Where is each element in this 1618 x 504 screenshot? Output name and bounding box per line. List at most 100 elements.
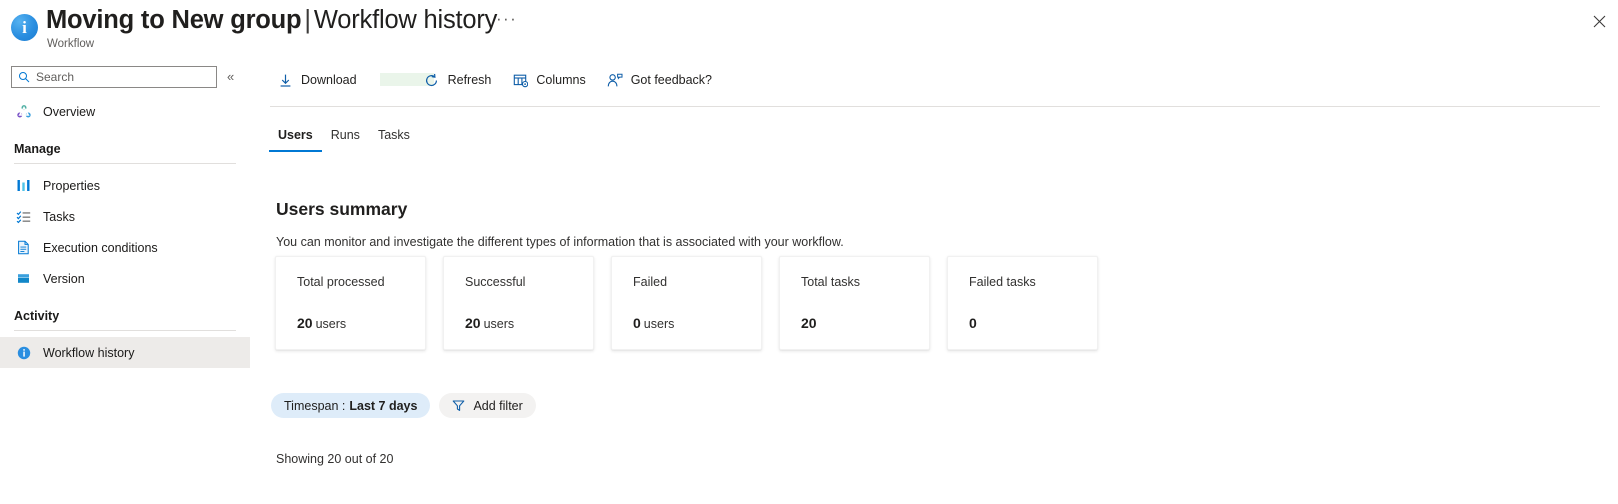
toolbar-item-label: Refresh (447, 73, 492, 87)
title-block: Moving to New group | Workflow history Wor… (46, 5, 497, 50)
tab-label: Runs (330, 128, 360, 142)
sidebar-section-activity: Activity (0, 294, 236, 331)
search-input[interactable]: Search (11, 66, 217, 88)
tab-runs[interactable]: Runs (322, 120, 369, 150)
workflow-history-page: i Moving to New group | Workflow history W… (0, 0, 1618, 504)
card-number: 0 (633, 315, 641, 331)
document-icon (14, 238, 33, 257)
properties-bars-icon (14, 176, 33, 195)
sidebar-item-label: Tasks (43, 209, 75, 224)
summary-card-failed: Failed 0 users (611, 256, 762, 350)
tab-label: Users (278, 128, 313, 142)
sidebar-item-label: Overview (43, 104, 96, 119)
filter-pill-key: Timespan : (284, 398, 346, 413)
card-value: 0 users (633, 314, 674, 333)
summary-cards: Total processed 20 users Successful 20 use… (275, 256, 1115, 350)
toolbar-divider (270, 106, 1600, 107)
card-number: 20 (801, 315, 817, 331)
columns-icon (511, 71, 529, 89)
summary-card-total-processed: Total processed 20 users (275, 256, 426, 350)
info-circle-icon: i (11, 14, 38, 41)
tab-label: Tasks (377, 128, 410, 142)
feedback-person-icon (606, 71, 624, 89)
filter-pill-timespan[interactable]: Timespan : Last 7 days (271, 393, 431, 418)
sidebar-item-label: Execution conditions (43, 240, 158, 255)
close-button[interactable] (1588, 10, 1610, 32)
card-value: 20 users (297, 314, 346, 333)
close-icon (1593, 15, 1605, 27)
funnel-icon (452, 399, 465, 412)
search-icon (18, 71, 30, 83)
tab-bar: Users Runs Tasks (269, 118, 419, 152)
sidebar-section-label: Activity (14, 309, 60, 323)
sidebar-item-label: Properties (43, 178, 100, 193)
card-number: 20 (297, 315, 313, 331)
download-button[interactable]: Download (276, 67, 357, 93)
sidebar: Search « Overview Manage Properties Task… (0, 58, 250, 504)
toolbar-item-label: Download (301, 73, 357, 87)
sidebar-item-execution-conditions[interactable]: Execution conditions (0, 232, 250, 263)
sidebar-section-label: Manage (14, 142, 61, 156)
card-unit: users (643, 317, 675, 331)
card-value: 0 (969, 314, 980, 333)
section-title: Users summary (276, 199, 408, 219)
card-value: 20 (801, 314, 820, 333)
toolbar-item-label: Got feedback? (630, 73, 713, 87)
toolbar-item-label: Columns (536, 73, 586, 87)
card-unit: users (483, 317, 515, 331)
chevron-double-left-icon[interactable]: « (227, 67, 234, 87)
got-feedback-button[interactable]: Got feedback? (606, 67, 712, 93)
card-title: Total tasks (801, 275, 861, 289)
page-header: i Moving to New group | Workflow history W… (0, 0, 1618, 58)
tab-users[interactable]: Users (269, 120, 322, 152)
add-filter-label: Add filter (473, 398, 523, 413)
showing-count: Showing 20 out of 20 (276, 452, 394, 466)
command-toolbar: Download Refresh Columns Got feedback? (276, 66, 732, 94)
card-title: Total processed (297, 275, 385, 289)
columns-button[interactable]: Columns (511, 67, 586, 93)
sidebar-item-version[interactable]: Version (0, 263, 250, 294)
sidebar-item-workflow-history[interactable]: Workflow history (0, 337, 250, 368)
download-icon (276, 71, 294, 89)
card-title: Failed (633, 275, 668, 289)
tab-tasks[interactable]: Tasks (369, 120, 419, 150)
card-unit: users (315, 317, 347, 331)
add-filter-button[interactable]: Add filter (439, 393, 536, 418)
sidebar-item-overview[interactable]: Overview (0, 96, 250, 127)
card-title: Successful (465, 275, 526, 289)
page-title-primary: Moving to New group (46, 6, 302, 34)
filter-bar: Timespan : Last 7 days Add filter (271, 393, 536, 418)
card-number: 20 (465, 315, 481, 331)
sidebar-item-label: Workflow history (43, 345, 135, 360)
sidebar-item-properties[interactable]: Properties (0, 170, 250, 201)
info-circle-icon (14, 343, 33, 362)
version-layers-icon (14, 269, 33, 288)
card-number: 0 (969, 315, 977, 331)
tasks-checklist-icon (14, 207, 33, 226)
overview-icon (14, 102, 33, 121)
sidebar-section-divider (14, 163, 236, 164)
refresh-icon (423, 71, 441, 89)
page-subtitle: Workflow (47, 38, 95, 50)
page-title: Moving to New group | Workflow history (46, 5, 497, 35)
summary-card-successful: Successful 20 users (443, 256, 594, 350)
summary-card-total-tasks: Total tasks 20 (779, 256, 930, 350)
page-title-secondary: Workflow history (313, 6, 498, 34)
summary-card-failed-tasks: Failed tasks 0 (947, 256, 1098, 350)
content-area: Download Refresh Columns Got feedback? U… (250, 58, 1618, 504)
search-placeholder: Search (36, 70, 75, 84)
section-description: You can monitor and investigate the diff… (276, 235, 844, 249)
card-value: 20 users (465, 314, 514, 333)
sidebar-section-divider (14, 330, 236, 331)
filter-pill-value: Last 7 days (349, 398, 418, 413)
sidebar-search-row: Search « (11, 66, 239, 88)
page-title-separator: | (304, 6, 311, 34)
sidebar-section-manage: Manage (0, 127, 236, 164)
more-options-button[interactable]: ··· (496, 10, 517, 27)
sidebar-item-label: Version (43, 271, 85, 286)
sidebar-nav: Overview Manage Properties Tasks Executi… (0, 96, 250, 368)
card-title: Failed tasks (969, 275, 1036, 289)
refresh-button[interactable]: Refresh (423, 67, 492, 93)
sidebar-item-tasks[interactable]: Tasks (0, 201, 250, 232)
info-glyph: i (22, 17, 27, 37)
